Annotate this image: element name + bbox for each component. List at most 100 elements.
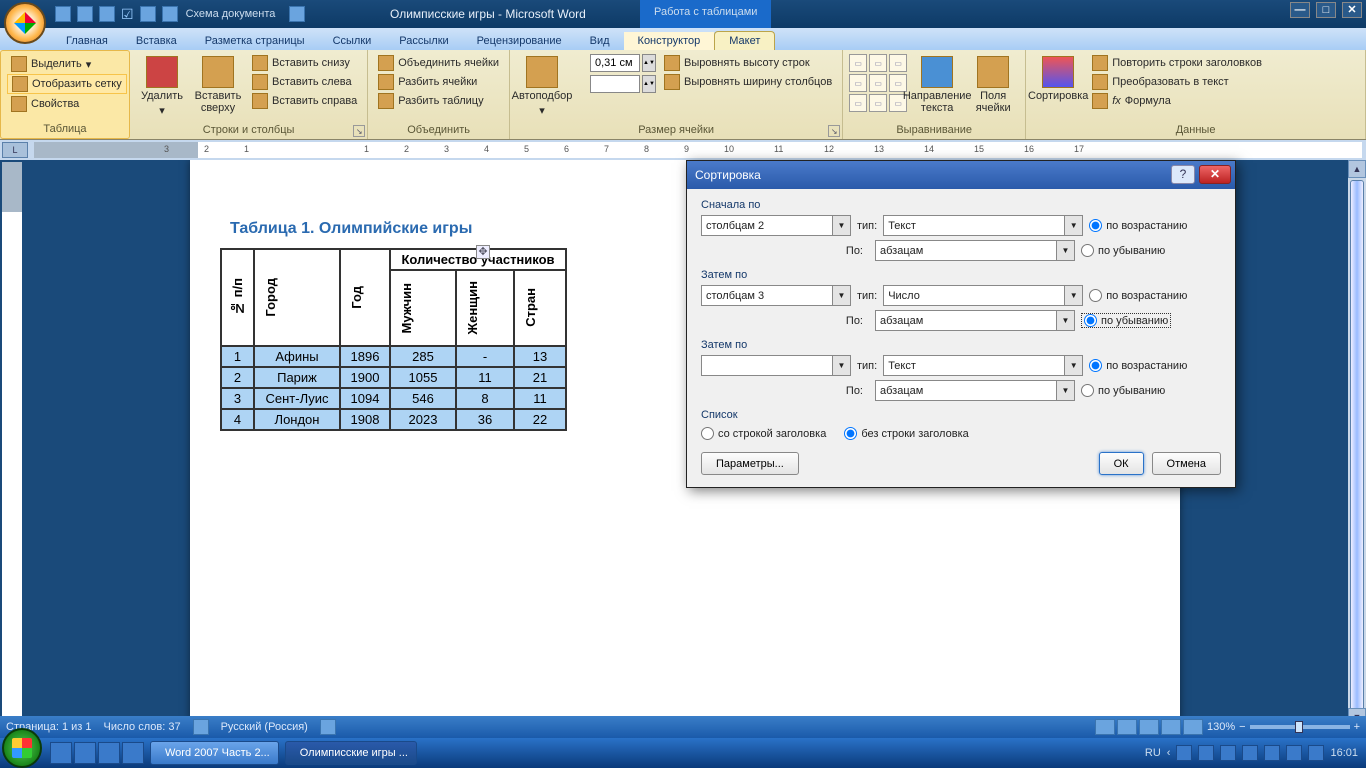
tray-icon[interactable] [1286, 745, 1302, 761]
ql-icon[interactable] [74, 742, 96, 764]
vertical-scrollbar[interactable]: ▲ ▼ [1348, 160, 1366, 726]
split-table-button[interactable]: Разбить таблицу [374, 92, 503, 110]
ql-icon[interactable] [122, 742, 144, 764]
tray-icon[interactable] [1242, 745, 1258, 761]
macro-icon[interactable] [320, 719, 336, 735]
qat-schema-label[interactable]: Схема документа [186, 8, 276, 20]
table-move-handle[interactable]: ✥ [476, 245, 490, 259]
text-direction-button[interactable]: Направление текста [911, 54, 963, 116]
taskbar-item-word-doc1[interactable]: Word 2007 Часть 2... [150, 741, 279, 765]
qat-pane-icon[interactable] [162, 6, 178, 22]
height-spinner[interactable]: ▲▼ [642, 54, 656, 72]
sort3-column-combo[interactable]: ▼ [701, 355, 851, 376]
sort-button[interactable]: Сортировка [1032, 54, 1084, 104]
row-height-input[interactable] [590, 54, 640, 72]
show-gridlines-button[interactable]: Отобразить сетку [7, 74, 127, 94]
sort1-column-combo[interactable]: столбцам 2▼ [701, 215, 851, 236]
scroll-up-icon[interactable]: ▲ [1348, 160, 1366, 178]
tab-references[interactable]: Ссылки [319, 32, 386, 50]
tray-clock[interactable]: 16:01 [1330, 747, 1358, 759]
tray-icon[interactable] [1220, 745, 1236, 761]
cancel-button[interactable]: Отмена [1152, 452, 1221, 475]
dialog-help-button[interactable]: ? [1171, 165, 1195, 184]
tray-lang[interactable]: RU [1145, 747, 1161, 759]
minimize-button[interactable]: — [1290, 2, 1310, 18]
view-draft-icon[interactable] [1183, 719, 1203, 735]
zoom-slider[interactable] [1250, 725, 1350, 729]
distribute-cols-button[interactable]: Выровнять ширину столбцов [660, 73, 836, 91]
convert-to-text-button[interactable]: Преобразовать в текст [1088, 73, 1266, 91]
view-web-icon[interactable] [1139, 719, 1159, 735]
tray-icon[interactable] [1176, 745, 1192, 761]
sort2-column-combo[interactable]: столбцам 3▼ [701, 285, 851, 306]
split-cells-button[interactable]: Разбить ячейки [374, 73, 503, 91]
insert-right-button[interactable]: Вставить справа [248, 92, 361, 110]
start-button[interactable] [2, 728, 42, 768]
zoom-value[interactable]: 130% [1207, 721, 1235, 733]
insert-above-button[interactable]: Вставить сверху [192, 54, 244, 116]
repeat-header-button[interactable]: Повторить строки заголовков [1088, 54, 1266, 72]
ql-icon[interactable] [98, 742, 120, 764]
align-tr[interactable]: ▭ [889, 54, 907, 72]
rows-cols-launcher[interactable]: ↘ [353, 125, 365, 137]
sort3-desc-radio[interactable]: по убыванию [1081, 384, 1165, 397]
dialog-close-button[interactable]: ✕ [1199, 165, 1231, 184]
view-print-icon[interactable] [1095, 719, 1115, 735]
ok-button[interactable]: ОК [1099, 452, 1144, 475]
sort2-type-combo[interactable]: Число▼ [883, 285, 1083, 306]
insert-left-button[interactable]: Вставить слева [248, 73, 361, 91]
width-spinner[interactable]: ▲▼ [642, 75, 656, 93]
tab-view[interactable]: Вид [576, 32, 624, 50]
align-tc[interactable]: ▭ [869, 54, 887, 72]
insert-below-button[interactable]: Вставить снизу [248, 54, 361, 72]
redo-icon[interactable] [99, 6, 115, 22]
ql-icon[interactable] [50, 742, 72, 764]
tab-layout[interactable]: Макет [714, 31, 775, 50]
align-bl[interactable]: ▭ [849, 94, 867, 112]
align-mc[interactable]: ▭ [869, 74, 887, 92]
align-ml[interactable]: ▭ [849, 74, 867, 92]
zoom-out-button[interactable]: − [1239, 721, 1245, 733]
status-words[interactable]: Число слов: 37 [104, 721, 181, 733]
tab-mailings[interactable]: Рассылки [385, 32, 462, 50]
qat-check-icon[interactable]: ☑ [121, 6, 134, 23]
align-tl[interactable]: ▭ [849, 54, 867, 72]
preview-icon[interactable] [140, 6, 156, 22]
distribute-rows-button[interactable]: Выровнять высоту строк [660, 54, 836, 72]
maximize-button[interactable]: □ [1316, 2, 1336, 18]
formula-button[interactable]: fx Формула [1088, 92, 1266, 110]
view-fullscreen-icon[interactable] [1117, 719, 1137, 735]
scroll-thumb[interactable] [1350, 180, 1364, 720]
tray-volume-icon[interactable] [1308, 745, 1324, 761]
sort1-type-combo[interactable]: Текст▼ [883, 215, 1083, 236]
without-header-radio[interactable]: без строки заголовка [844, 427, 968, 440]
vertical-ruler[interactable] [2, 162, 22, 724]
select-button[interactable]: Выделить ▾ [7, 55, 127, 73]
tray-icon[interactable] [1264, 745, 1280, 761]
olympics-table[interactable]: № п/п Город Год Количество участников Му… [220, 248, 567, 431]
sort2-asc-radio[interactable]: по возрастанию [1089, 289, 1187, 302]
tab-home[interactable]: Главная [52, 32, 122, 50]
sort3-asc-radio[interactable]: по возрастанию [1089, 359, 1187, 372]
cell-margins-button[interactable]: Поля ячейки [967, 54, 1019, 116]
tray-icon[interactable] [1198, 745, 1214, 761]
sort1-desc-radio[interactable]: по убыванию [1081, 244, 1165, 257]
spellcheck-icon[interactable] [193, 719, 209, 735]
taskbar-item-word-doc2[interactable]: Олимписские игры ... [285, 741, 417, 765]
align-bc[interactable]: ▭ [869, 94, 887, 112]
undo-icon[interactable] [77, 6, 93, 22]
save-icon[interactable] [55, 6, 71, 22]
tab-review[interactable]: Рецензирование [463, 32, 576, 50]
tray-chevron-icon[interactable]: ‹ [1167, 747, 1171, 759]
view-outline-icon[interactable] [1161, 719, 1181, 735]
tab-design[interactable]: Конструктор [624, 32, 715, 50]
sort2-po-combo[interactable]: абзацам▼ [875, 310, 1075, 331]
properties-button[interactable]: Свойства [7, 95, 127, 113]
merge-cells-button[interactable]: Объединить ячейки [374, 54, 503, 72]
delete-button[interactable]: Удалить▾ [136, 54, 188, 119]
status-language[interactable]: Русский (Россия) [221, 721, 308, 733]
ruler-corner[interactable]: L [2, 142, 28, 158]
autofit-button[interactable]: Автоподбор▾ [516, 54, 568, 119]
tab-insert[interactable]: Вставка [122, 32, 191, 50]
with-header-radio[interactable]: со строкой заголовка [701, 427, 826, 440]
